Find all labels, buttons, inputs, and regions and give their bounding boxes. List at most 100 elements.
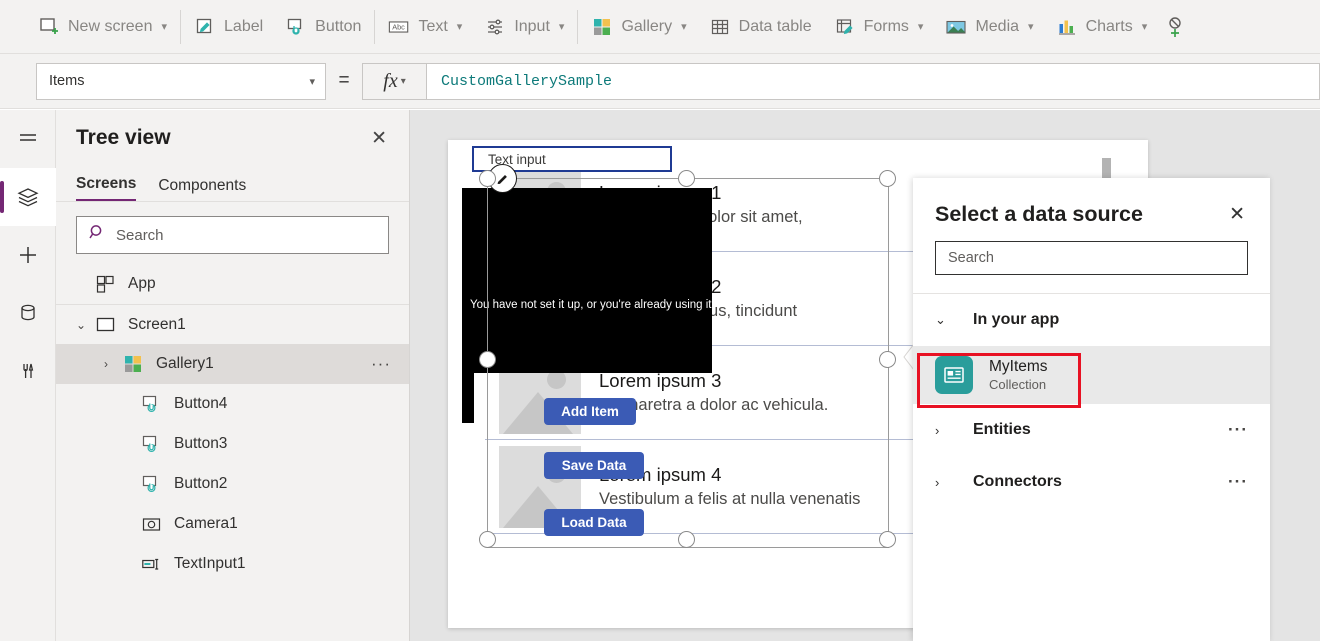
tree-item-screen1[interactable]: ⌄ Screen1 bbox=[56, 304, 409, 344]
collection-icon bbox=[935, 356, 973, 394]
more-options-icon[interactable]: ··· bbox=[1228, 472, 1248, 492]
toolbar-data-table-label: Data table bbox=[739, 19, 812, 35]
tree-item-label: Camera1 bbox=[174, 515, 238, 533]
chevron-down-icon[interactable]: ⌄ bbox=[935, 312, 973, 328]
tree-item-label: Button3 bbox=[174, 435, 227, 453]
formula-equals: = bbox=[326, 70, 362, 92]
chevron-down-icon: ▾ bbox=[309, 75, 315, 88]
tree-item-label: TextInput1 bbox=[174, 555, 246, 573]
text-icon: Abc bbox=[388, 16, 410, 38]
chevron-down-icon: ▾ bbox=[1142, 20, 1148, 33]
data-source-group-connectors[interactable]: › Connectors ··· bbox=[913, 456, 1270, 508]
tree-item-label: Button2 bbox=[174, 475, 227, 493]
data-source-group-in-your-app[interactable]: ⌄ In your app bbox=[913, 294, 1270, 346]
toolbar-new-screen[interactable]: New screen ▾ bbox=[27, 6, 178, 48]
data-source-item-text: MyItems Collection bbox=[989, 358, 1048, 392]
data-source-search-placeholder: Search bbox=[948, 250, 994, 266]
data-source-group-label: Connectors bbox=[973, 473, 1062, 491]
resize-handle-top-center[interactable] bbox=[678, 170, 695, 187]
tree-item-label: App bbox=[128, 275, 156, 293]
toolbar-forms-label: Forms bbox=[864, 19, 909, 35]
chevron-right-icon[interactable]: › bbox=[935, 475, 973, 490]
toolbar-media[interactable]: Media ▾ bbox=[934, 6, 1044, 48]
hamburger-menu-icon[interactable] bbox=[0, 110, 56, 168]
formula-bar: Items ▾ = fx ▾ CustomGallerySample bbox=[0, 54, 1320, 109]
add-item-button[interactable]: Add Item bbox=[544, 398, 636, 425]
left-rail bbox=[0, 110, 56, 641]
toolbar-charts[interactable]: Charts ▾ bbox=[1045, 6, 1159, 48]
toolbar-label[interactable]: Label bbox=[183, 6, 274, 48]
chevron-down-icon: ▾ bbox=[918, 20, 924, 33]
toolbar-icons[interactable] bbox=[1158, 6, 1192, 48]
save-data-button-label: Save Data bbox=[562, 458, 627, 473]
data-source-group-label: Entities bbox=[973, 421, 1031, 439]
chevron-down-icon[interactable]: ⌄ bbox=[76, 318, 96, 332]
resize-handle-bottom-center[interactable] bbox=[678, 531, 695, 548]
data-source-item-subtitle: Collection bbox=[989, 377, 1048, 392]
tree-item-button2[interactable]: Button2 bbox=[56, 464, 409, 504]
save-data-button[interactable]: Save Data bbox=[544, 452, 644, 479]
toolbar-charts-label: Charts bbox=[1086, 19, 1133, 35]
formula-input[interactable]: CustomGallerySample bbox=[426, 63, 1320, 100]
data-source-search-input[interactable]: Search bbox=[935, 241, 1248, 275]
tree-item-label: Button4 bbox=[174, 395, 227, 413]
chevron-down-icon: ▾ bbox=[401, 76, 406, 87]
button-icon bbox=[142, 395, 168, 414]
resize-handle-bottom-right[interactable] bbox=[879, 531, 896, 548]
gallery-icon bbox=[124, 355, 150, 374]
tab-components[interactable]: Components bbox=[158, 177, 246, 201]
toolbar-media-label: Media bbox=[975, 19, 1019, 35]
close-icon[interactable]: ✕ bbox=[367, 125, 391, 152]
tree-item-textinput1[interactable]: TextInput1 bbox=[56, 544, 409, 584]
insert-icon[interactable] bbox=[0, 226, 56, 284]
close-icon[interactable]: ✕ bbox=[1226, 202, 1248, 227]
tree-item-button4[interactable]: Button4 bbox=[56, 384, 409, 424]
gallery-icon bbox=[591, 16, 613, 38]
tree-item-camera1[interactable]: Camera1 bbox=[56, 504, 409, 544]
media-icon bbox=[945, 16, 967, 38]
resize-handle-top-left[interactable] bbox=[479, 170, 496, 187]
media-tools-icon[interactable] bbox=[0, 342, 56, 400]
data-source-header: Select a data source ✕ bbox=[913, 178, 1270, 227]
toolbar-button[interactable]: Button bbox=[274, 6, 372, 48]
button-icon bbox=[285, 16, 307, 38]
search-input[interactable]: Search bbox=[76, 216, 389, 254]
more-options-icon[interactable]: ··· bbox=[371, 354, 391, 374]
search-icon bbox=[89, 224, 106, 246]
data-source-item-myitems[interactable]: MyItems Collection bbox=[913, 346, 1270, 404]
fx-button[interactable]: fx ▾ bbox=[362, 63, 426, 100]
icons-icon bbox=[1164, 16, 1186, 38]
load-data-button[interactable]: Load Data bbox=[544, 509, 644, 536]
data-icon[interactable] bbox=[0, 284, 56, 342]
chevron-right-icon[interactable]: › bbox=[935, 423, 973, 438]
tooltip-overlay: You have not set it up, or you're alread… bbox=[462, 188, 712, 373]
tree-item-app[interactable]: App bbox=[56, 264, 409, 304]
resize-handle-bottom-left[interactable] bbox=[479, 531, 496, 548]
tab-screens[interactable]: Screens bbox=[76, 175, 136, 201]
screen-icon bbox=[96, 315, 122, 334]
text-input-icon bbox=[142, 555, 168, 574]
toolbar-text[interactable]: Abc Text ▾ bbox=[377, 6, 473, 48]
chevron-right-icon[interactable]: › bbox=[104, 357, 124, 371]
tree-item-button3[interactable]: Button3 bbox=[56, 424, 409, 464]
toolbar-forms[interactable]: Forms ▾ bbox=[823, 6, 935, 48]
data-source-group-entities[interactable]: › Entities ··· bbox=[913, 404, 1270, 456]
resize-handle-middle-left[interactable] bbox=[479, 351, 496, 368]
app-icon bbox=[96, 275, 122, 294]
tree-view-icon[interactable] bbox=[0, 168, 56, 226]
toolbar-data-table[interactable]: Data table bbox=[698, 6, 823, 48]
toolbar-input[interactable]: Input ▾ bbox=[473, 6, 575, 48]
data-table-icon bbox=[709, 16, 731, 38]
toolbar-gallery[interactable]: Gallery ▾ bbox=[580, 6, 697, 48]
data-source-search-container: Search bbox=[913, 227, 1270, 294]
toolbar-new-screen-label: New screen bbox=[68, 19, 152, 35]
resize-handle-middle-right[interactable] bbox=[879, 351, 896, 368]
resize-handle-top-right[interactable] bbox=[879, 170, 896, 187]
tree-search-container: Search bbox=[56, 202, 409, 264]
toolbar-button-text: Button bbox=[315, 19, 361, 35]
forms-icon bbox=[834, 16, 856, 38]
input-icon bbox=[484, 16, 506, 38]
more-options-icon[interactable]: ··· bbox=[1228, 420, 1248, 440]
property-dropdown[interactable]: Items ▾ bbox=[36, 63, 326, 100]
tree-item-gallery1[interactable]: › Gallery1 ··· bbox=[56, 344, 409, 384]
